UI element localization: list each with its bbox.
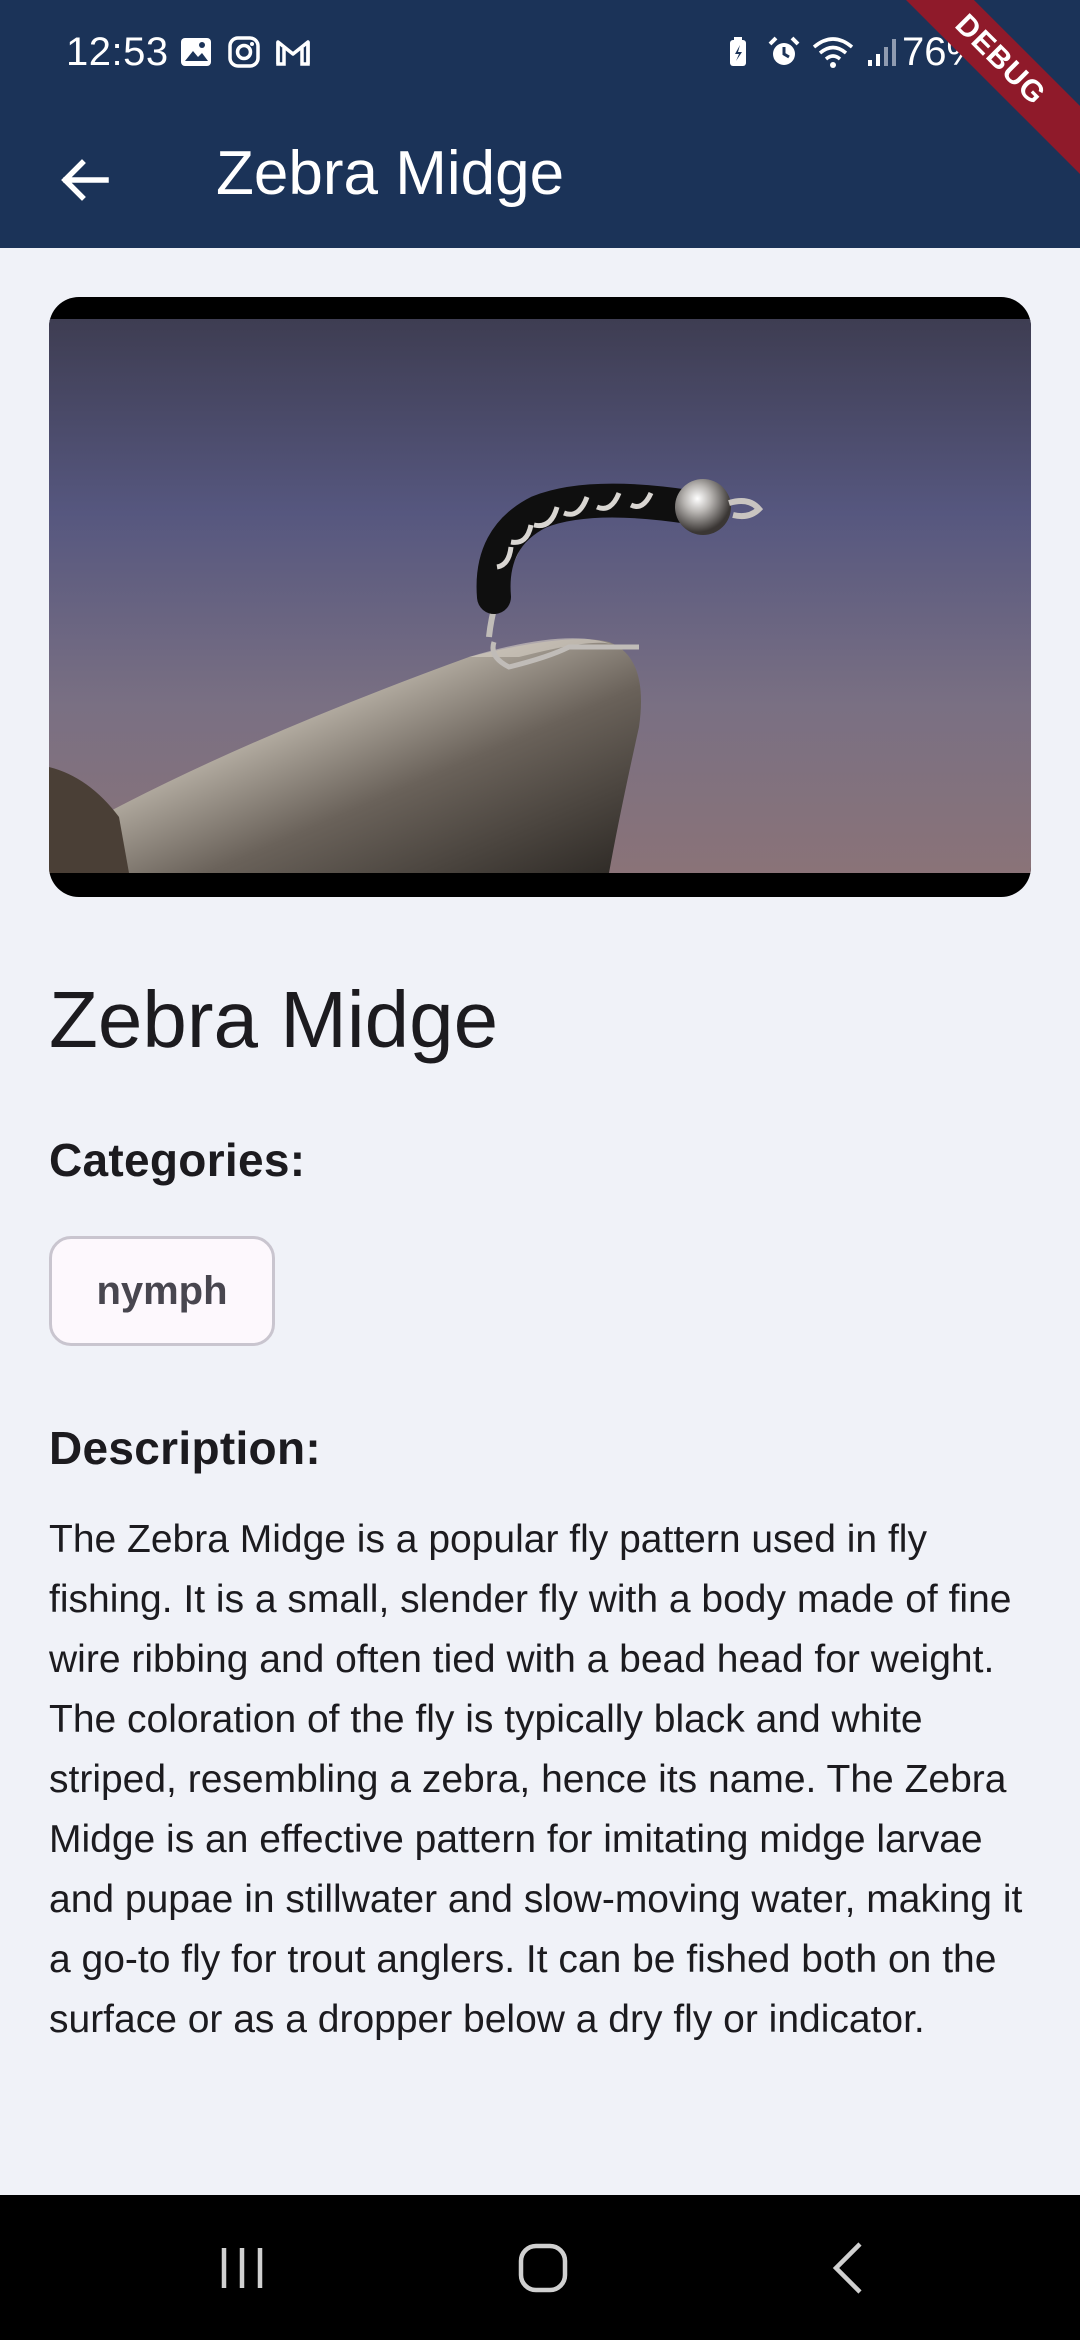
system-navigation-bar (0, 2195, 1080, 2340)
instagram-icon (226, 34, 262, 70)
page-title: Zebra Midge (49, 975, 499, 1064)
recents-icon (221, 2247, 263, 2288)
home-button[interactable] (443, 2195, 643, 2340)
back-icon (832, 2241, 862, 2294)
status-bar: 12:53 76% (0, 0, 1080, 104)
home-icon (518, 2243, 568, 2292)
arrow-back-icon (61, 159, 109, 201)
category-chip-nymph[interactable]: nymph (49, 1236, 275, 1346)
categories-label: Categories: (49, 1134, 306, 1186)
alarm-icon (766, 34, 802, 70)
description-label: Description: (49, 1422, 321, 1474)
fly-tying-vise-image (49, 297, 1031, 897)
battery-saver-icon (720, 34, 756, 70)
description-text: The Zebra Midge is a popular fly pattern… (49, 1518, 1023, 2041)
status-time: 12:53 (66, 30, 169, 74)
app-bar: Zebra Midge (0, 104, 1080, 248)
nav-back-button[interactable] (748, 2195, 948, 2340)
back-button[interactable] (40, 136, 128, 224)
recents-button[interactable] (142, 2195, 342, 2340)
status-left-icons (178, 34, 310, 70)
app-bar-title: Zebra Midge (216, 139, 565, 208)
gallery-icon (178, 34, 214, 70)
status-right-icons (720, 34, 900, 70)
battery-percent: 76% (902, 30, 983, 74)
signal-icon (864, 34, 900, 70)
wifi-icon (812, 34, 854, 70)
gmail-icon (274, 34, 310, 70)
